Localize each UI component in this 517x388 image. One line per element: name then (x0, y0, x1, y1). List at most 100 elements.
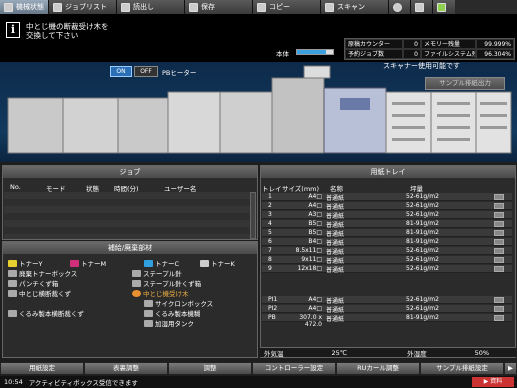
tab-machine-status[interactable]: 機械状態 (0, 0, 49, 14)
supply-panel-title: 補給/廃棄部材 (3, 242, 257, 254)
paper-weight: 52-61g/m2 (406, 193, 439, 200)
paper-col-weight: 坪量 (410, 185, 423, 193)
tab-read[interactable]: 読出し (117, 0, 185, 14)
counter-status-box: 原稿カウンター 0 メモリー残量 99.999% 予約ジョブ数 0 ファイルシス… (344, 38, 515, 60)
tab-copy[interactable]: コピー (253, 0, 321, 14)
job-list-scrollbar[interactable] (250, 192, 256, 239)
sample-output-button[interactable]: サンプル排紙出力 (425, 77, 505, 90)
paper-tray-row[interactable]: 5 B5□ 普通紙 81-91g/m2 (262, 229, 512, 238)
reserved-jobs-label: 予約ジョブ数 (345, 49, 403, 59)
paper-tray-row[interactable]: 9 12x18□ 普通紙 52-61g/m2 (262, 265, 512, 274)
status-bar: 10:54 アクティビティボックス受信できます (0, 376, 517, 388)
tab-scan[interactable]: スキャン (321, 0, 389, 14)
paper-size: A4□ (308, 193, 322, 200)
paper-size: A4□ (308, 202, 322, 209)
paper-tray-row[interactable]: 3 A3□ 普通紙 52-61g/m2 (262, 211, 512, 220)
saddle-trim-icon (8, 289, 17, 297)
paper-name: 普通紙 (326, 316, 345, 323)
reserved-jobs-value: 0 (403, 49, 421, 59)
staple-waste-icon (132, 279, 141, 287)
toner-level-fill (297, 50, 326, 54)
next-page-button[interactable]: ▶ (504, 362, 517, 375)
help-tab-button[interactable] (411, 0, 433, 14)
tab-job-list[interactable]: ジョブリスト (49, 0, 117, 14)
paper-weight: 52-61g/m2 (406, 296, 439, 303)
toner-level-bar (296, 49, 334, 55)
paper-col-name: 名称 (330, 185, 343, 193)
tab-save[interactable]: 保存 (185, 0, 253, 14)
supply-toner-k: トナーK (200, 258, 235, 268)
paper-status-icon (494, 257, 504, 263)
supply-perfect-bind-glue: くるみ製本機糊 (144, 308, 200, 318)
warning-icon (132, 289, 141, 297)
paper-tray-row[interactable]: PB 307.0 x 472.0 普通紙 81-91g/m2 (262, 314, 512, 328)
paper-col-size: サイズ(mm) (282, 185, 320, 193)
memory-value: 99.999% (476, 39, 514, 49)
paper-name: 普通紙 (326, 231, 345, 238)
paper-status-icon (494, 315, 504, 321)
controller-setting-button[interactable]: コントローラー設定 (252, 362, 336, 375)
paper-name: 普通紙 (326, 204, 345, 211)
paper-weight: 81-91g/m2 (406, 220, 439, 227)
paper-name: 普通紙 (326, 240, 345, 247)
job-list[interactable] (4, 192, 250, 239)
paper-size: 9x11□ (301, 256, 322, 263)
paper-tray: 3 (268, 211, 272, 218)
paper-status-icon (494, 194, 504, 200)
sample-output-setting-button[interactable]: サンプル排紙設定 (420, 362, 504, 375)
reserve-indicator[interactable]: ▶ 資料 (472, 377, 514, 387)
bottom-button-bar: 用紙設定 表裏調整 調整 コントローラー設定 RUカール調整 サンプル排紙設定 … (0, 362, 517, 375)
adjust-button[interactable]: 調整 (168, 362, 252, 375)
paper-weight: 52-61g/m2 (406, 202, 439, 209)
paper-status-icon (494, 203, 504, 209)
job-panel-title: ジョブ (3, 166, 257, 178)
paper-tray: 5 (268, 229, 272, 236)
save-icon (189, 2, 198, 12)
power-tab-button[interactable] (433, 0, 455, 14)
tank-icon (144, 319, 153, 327)
paper-tray-row[interactable]: PI2 A4□ 普通紙 52-61g/m2 (262, 305, 512, 314)
memory-label: メモリー残量 (421, 39, 476, 49)
paper-status-icon (494, 306, 504, 312)
paper-name: 普通紙 (326, 298, 345, 305)
paper-size: A4□ (308, 296, 322, 303)
paper-status-icon (494, 297, 504, 303)
paper-col-tray: トレイ (262, 185, 282, 193)
scan-icon (325, 2, 334, 12)
original-counter-value: 0 (403, 39, 421, 49)
status-message: アクティビティボックス受信できます (28, 379, 138, 387)
paper-status-icon (494, 239, 504, 245)
paper-tray-row[interactable]: 7 8.5x11□ 普通紙 52-61g/m2 (262, 247, 512, 256)
supply-toner-y: トナーY (8, 258, 42, 268)
pb-heater-off-button[interactable]: OFF (134, 66, 158, 77)
pb-heater-label: PBヒーター (162, 69, 197, 77)
paper-tray: 1 (268, 193, 272, 200)
paper-tray-row[interactable]: PI1 A4□ 普通紙 52-61g/m2 (262, 296, 512, 305)
settings-tab-button[interactable] (389, 0, 411, 14)
supply-staple-waste: ステープル針くず箱 (132, 278, 201, 288)
paper-tray-row[interactable]: 8 9x11□ 普通紙 52-61g/m2 (262, 256, 512, 265)
pb-heater-on-button[interactable]: ON (110, 66, 132, 77)
scanner-status: スキャナー使用可能です (383, 62, 460, 70)
ru-curl-adjust-button[interactable]: RUカール調整 (336, 362, 420, 375)
paper-tray-row[interactable]: 4 B5□ 普通紙 81-91g/m2 (262, 220, 512, 229)
outside-temp-value: 25℃ (331, 348, 348, 357)
job-list-icon (53, 2, 62, 12)
filesystem-label: ファイルシステム残量 (421, 49, 476, 59)
paper-tray-row[interactable]: 6 B4□ 普通紙 81-91g/m2 (262, 238, 512, 247)
paper-status-icon (494, 212, 504, 218)
staple-icon (132, 269, 141, 277)
read-icon (121, 2, 130, 12)
supply-cyclone-box: サイクロンボックス (144, 298, 213, 308)
alert-message: 中とじ機の断裁受け木を 交換して下さい (26, 22, 109, 40)
paper-weight: 81-91g/m2 (406, 229, 439, 236)
paper-tray: 9 (268, 265, 272, 272)
front-back-adjust-button[interactable]: 表裏調整 (84, 362, 168, 375)
paper-tray-row[interactable]: 2 A4□ 普通紙 52-61g/m2 (262, 202, 512, 211)
supply-staple: ステープル針 (132, 268, 182, 278)
paper-name: 普通紙 (326, 258, 345, 265)
paper-status-icon (494, 248, 504, 254)
paper-tray-row[interactable]: 1 A4□ 普通紙 52-61g/m2 (262, 193, 512, 202)
paper-tray: 8 (268, 256, 272, 263)
paper-setting-button[interactable]: 用紙設定 (0, 362, 84, 375)
